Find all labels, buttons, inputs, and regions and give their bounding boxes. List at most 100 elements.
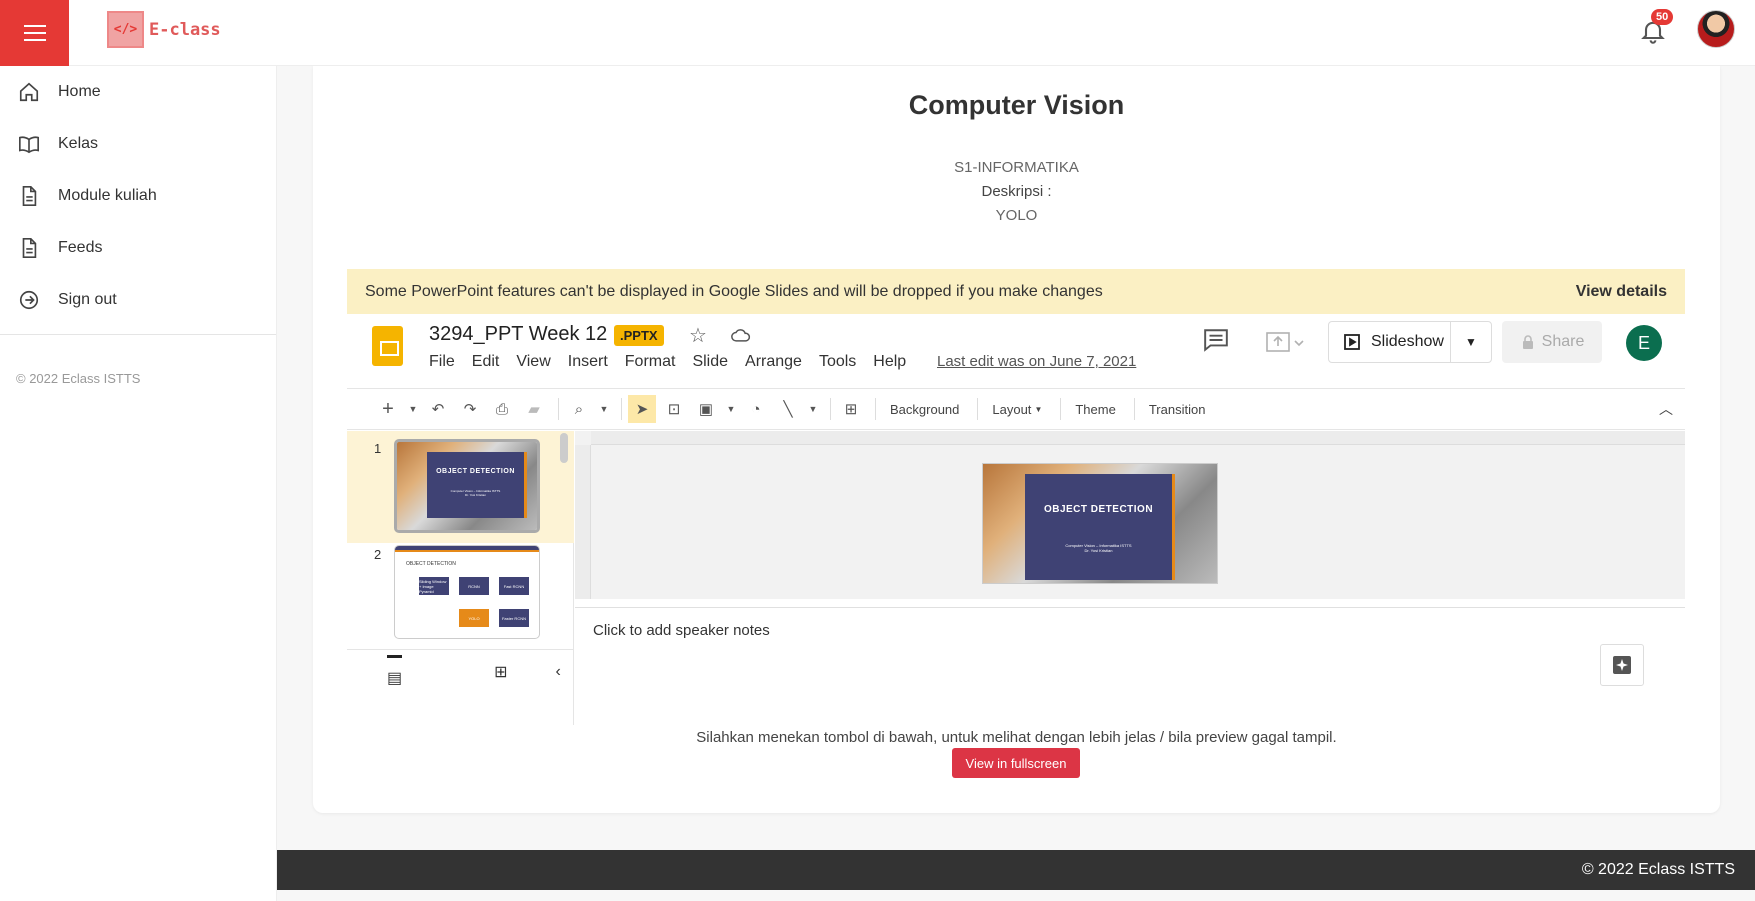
menu-bar: File Edit View Insert Format Slide Arran…	[429, 353, 923, 371]
present-to-meeting-icon[interactable]	[1265, 330, 1305, 354]
text-box-icon[interactable]: ⊡	[660, 395, 688, 423]
select-cursor-icon[interactable]: ➤	[628, 395, 656, 423]
slide-filmstrip: 1 OBJECT DETECTION Computer Vision – Inf…	[347, 431, 574, 725]
slide-number: 1	[374, 441, 382, 456]
share-button[interactable]: Share	[1502, 321, 1602, 363]
google-slides-icon[interactable]	[372, 326, 403, 366]
fullscreen-note: Silahkan menekan tombol di bawah, untuk …	[696, 729, 1337, 746]
view-details-link[interactable]: View details	[1576, 283, 1667, 301]
zoom-icon[interactable]: ⌕	[565, 395, 593, 423]
play-icon	[1344, 334, 1360, 350]
speaker-notes-input[interactable]: Click to add speaker notes	[593, 622, 770, 639]
theme-button[interactable]: Theme	[1067, 395, 1123, 423]
explore-button[interactable]	[1600, 644, 1644, 686]
chevron-down-icon[interactable]: ▼	[597, 395, 611, 423]
account-avatar[interactable]: E	[1626, 325, 1662, 361]
sidebar-item-home[interactable]: Home	[0, 66, 276, 118]
slides-toolbar: + ▼ ↶ ↷ ⎙ ▰ ⌕ ▼ ➤ ⊡ ▣ ▼ ◔ ╲ ▼ ⊞ Backgrou…	[347, 388, 1685, 430]
slideshow-button[interactable]: Slideshow ▼	[1328, 321, 1492, 363]
menu-view[interactable]: View	[516, 353, 550, 371]
code-icon: </>	[107, 11, 144, 48]
menu-toggle-button[interactable]	[0, 0, 69, 66]
home-icon	[19, 82, 39, 102]
line-icon[interactable]: ╲	[774, 395, 802, 423]
speaker-notes: Click to add speaker notes	[575, 607, 1685, 725]
sidebar-item-label: Sign out	[58, 291, 117, 308]
shape-icon[interactable]: ◔	[742, 395, 770, 423]
slide-title-panel: OBJECT DETECTION Computer Vision – Infor…	[427, 452, 527, 518]
slide-thumbnail-2[interactable]: 2 OBJECT DETECTION Sliding Window + Imag…	[347, 543, 574, 655]
comment-icon[interactable]	[1203, 328, 1229, 352]
sidebar-item-feeds[interactable]: Feeds	[0, 222, 276, 274]
print-icon[interactable]: ⎙	[488, 395, 516, 423]
page-footer: © 2022 Eclass ISTTS	[277, 850, 1755, 890]
chevron-down-icon: ▼	[1034, 404, 1043, 414]
filmstrip-view-icon[interactable]: ▤	[387, 655, 403, 688]
current-slide[interactable]: OBJECT DETECTION Computer Vision – Infor…	[982, 463, 1218, 584]
course-program: S1-INFORMATIKA	[954, 159, 1079, 176]
chevron-down-icon[interactable]: ▼	[1451, 335, 1491, 349]
slide-box: RCNN	[459, 577, 489, 595]
warning-text: Some PowerPoint features can't be displa…	[365, 282, 1103, 300]
sidebar-item-sign-out[interactable]: Sign out	[0, 274, 276, 326]
course-description-label: Deskripsi :	[981, 183, 1052, 200]
last-edit-link[interactable]: Last edit was on June 7, 2021	[937, 353, 1136, 370]
slide-thumbnail-1[interactable]: 1 OBJECT DETECTION Computer Vision – Inf…	[347, 431, 574, 543]
sidebar-item-label: Feeds	[58, 239, 103, 256]
chevron-down-icon[interactable]: ▼	[806, 395, 820, 423]
footer-copyright: © 2022 Eclass ISTTS	[1581, 861, 1735, 878]
transition-button[interactable]: Transition	[1141, 395, 1214, 423]
sidebar-item-label: Home	[58, 83, 101, 100]
chevron-up-icon[interactable]: ︿	[1659, 399, 1673, 419]
menu-file[interactable]: File	[429, 353, 455, 371]
cloud-status-icon[interactable]	[731, 327, 751, 343]
slide-preview[interactable]: OBJECT DETECTION Computer Vision – Infor…	[394, 439, 540, 533]
lock-icon	[1522, 335, 1533, 349]
menu-tools[interactable]: Tools	[819, 353, 856, 371]
sidebar: Home Kelas Module kuliah Feeds Sign out …	[0, 66, 277, 901]
grid-view-icon[interactable]: ⊞	[494, 662, 507, 682]
slides-header: 3294_PPT Week 12 .PPTX ☆ File Edit View …	[347, 314, 1685, 378]
user-avatar[interactable]	[1697, 10, 1735, 48]
slide-box: YOLO	[459, 609, 489, 627]
course-description-value: YOLO	[995, 207, 1038, 224]
document-title[interactable]: 3294_PPT Week 12	[429, 323, 607, 346]
background-button[interactable]: Background	[882, 395, 967, 423]
filmstrip-scrollbar[interactable]	[560, 433, 568, 463]
undo-icon[interactable]: ↶	[424, 395, 452, 423]
slide-box: Fast RCNN	[499, 577, 529, 595]
slide-canvas: OBJECT DETECTION Computer Vision – Infor…	[575, 431, 1685, 599]
sidebar-item-label: Kelas	[58, 135, 99, 152]
sidebar-item-module-kuliah[interactable]: Module kuliah	[0, 170, 276, 222]
image-icon[interactable]: ▣	[692, 395, 720, 423]
page-title: Computer Vision	[908, 90, 1125, 120]
top-bar: </> E-class 50	[0, 0, 1755, 66]
view-fullscreen-button[interactable]: View in fullscreen	[952, 748, 1080, 778]
sign-out-icon	[19, 290, 39, 310]
add-comment-icon[interactable]: ⊞	[837, 395, 865, 423]
redo-icon[interactable]: ↷	[456, 395, 484, 423]
slide-author: Dr. Yosi Kristian	[1084, 548, 1113, 553]
sidebar-item-kelas[interactable]: Kelas	[0, 118, 276, 170]
paint-format-icon[interactable]: ▰	[520, 395, 548, 423]
menu-edit[interactable]: Edit	[472, 353, 500, 371]
menu-insert[interactable]: Insert	[568, 353, 608, 371]
chevron-down-icon[interactable]: ▼	[406, 395, 420, 423]
menu-help[interactable]: Help	[873, 353, 906, 371]
star-icon[interactable]: ☆	[689, 323, 707, 348]
chevron-left-icon[interactable]: ‹	[556, 663, 561, 681]
slides-embed: Some PowerPoint features can't be displa…	[347, 269, 1685, 725]
layout-button[interactable]: Layout ▼	[984, 395, 1050, 423]
app-logo[interactable]: </> E-class	[107, 11, 221, 48]
slide-box: Sliding Window + Image Pyramid	[419, 577, 449, 595]
course-meta: S1-INFORMATIKA Deskripsi : YOLO	[313, 156, 1720, 228]
slideshow-main[interactable]: Slideshow	[1329, 322, 1451, 362]
horizontal-ruler	[591, 431, 1685, 445]
menu-format[interactable]: Format	[625, 353, 676, 371]
chevron-down-icon[interactable]: ▼	[724, 395, 738, 423]
slide-title: OBJECT DETECTION	[1043, 504, 1154, 515]
slide-preview[interactable]: OBJECT DETECTION Sliding Window + Image …	[394, 545, 540, 639]
new-slide-icon[interactable]: +	[374, 395, 402, 423]
menu-arrange[interactable]: Arrange	[745, 353, 802, 371]
menu-slide[interactable]: Slide	[692, 353, 728, 371]
